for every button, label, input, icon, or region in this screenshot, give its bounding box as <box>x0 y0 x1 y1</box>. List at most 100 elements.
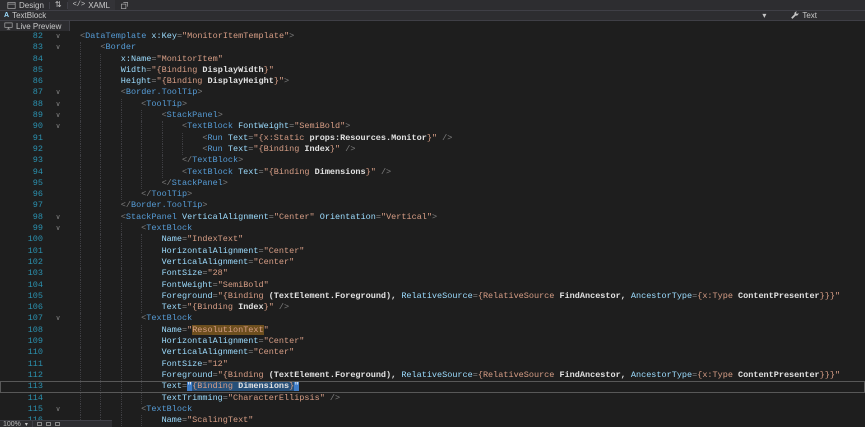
code-line[interactable]: 84x:Name="MonitorItem" <box>0 54 865 65</box>
code-line[interactable]: 112Foreground="{Binding (TextElement.For… <box>0 370 865 381</box>
code-line[interactable]: 102VerticalAlignment="Center" <box>0 257 865 268</box>
code-line[interactable]: 95</StackPanel> <box>0 178 865 189</box>
indent-guide <box>80 65 100 76</box>
code-token: FindAncestor, <box>559 370 630 380</box>
chevron-down-icon[interactable]: ▾ <box>762 12 766 20</box>
code-token: "CharacterEllipsis" <box>228 393 325 403</box>
fold-marker[interactable]: ∨ <box>50 42 66 53</box>
code-line[interactable]: 111FontSize="12" <box>0 359 865 370</box>
fold-marker[interactable]: ∨ <box>50 223 66 234</box>
fold-gutter <box>50 257 66 268</box>
design-tab[interactable]: Design <box>2 0 49 10</box>
fold-marker[interactable]: ∨ <box>50 87 66 98</box>
statusbar-icon[interactable] <box>55 422 60 426</box>
fold-gutter <box>50 234 66 245</box>
indent-guide <box>141 234 161 245</box>
code-line-content: Width="{Binding DisplayWidth}" <box>66 65 865 76</box>
fold-marker[interactable]: ∨ <box>50 31 66 42</box>
line-number: 115 <box>0 404 50 415</box>
code-line[interactable]: 106Text="{Binding Index}" /> <box>0 302 865 313</box>
code-line[interactable]: 115∨<TextBlock <box>0 404 865 415</box>
indent-guide <box>100 302 120 313</box>
code-line[interactable]: 87∨<Border.ToolTip> <box>0 87 865 98</box>
code-line[interactable]: 96</ToolTip> <box>0 189 865 200</box>
indent-guide <box>141 415 161 426</box>
code-token: (TextElement.Foreground), <box>269 370 402 380</box>
fold-marker[interactable]: ∨ <box>50 212 66 223</box>
swap-panes-button[interactable]: ⇅ <box>50 0 67 10</box>
fold-marker[interactable]: ∨ <box>50 404 66 415</box>
fold-gutter <box>50 336 66 347</box>
code-line[interactable]: 114TextTrimming="CharacterEllipsis" /> <box>0 393 865 404</box>
code-token: > <box>289 31 294 41</box>
code-line[interactable]: 99∨<TextBlock <box>0 223 865 234</box>
breadcrumb-element[interactable]: A TextBlock <box>4 11 46 20</box>
code-line[interactable]: 109HorizontalAlignment="Center" <box>0 336 865 347</box>
code-token: > <box>238 155 243 165</box>
code-token: /> <box>325 393 340 403</box>
popout-button[interactable] <box>115 0 134 10</box>
code-line[interactable]: 113Text="{Binding Dimensions}" <box>0 381 865 392</box>
code-line[interactable]: 101HorizontalAlignment="Center" <box>0 246 865 257</box>
statusbar-icon[interactable] <box>37 422 42 426</box>
code-line[interactable]: 110VerticalAlignment="Center" <box>0 347 865 358</box>
code-line[interactable]: 91<Run Text="{x:Static props:Resources.M… <box>0 133 865 144</box>
code-token: FontSize <box>162 268 203 278</box>
code-line[interactable]: 88∨<ToolTip> <box>0 99 865 110</box>
xaml-tab[interactable]: </> XAML <box>68 0 115 10</box>
live-preview-button[interactable]: Live Preview <box>0 21 70 31</box>
code-line[interactable]: 82∨<DataTemplate x:Key="MonitorItemTempl… <box>0 31 865 42</box>
fold-marker[interactable]: ∨ <box>50 99 66 110</box>
code-line[interactable]: 103FontSize="28" <box>0 268 865 279</box>
code-token: Text <box>162 302 182 312</box>
indent-guide <box>121 313 141 324</box>
zoom-level[interactable]: 100% <box>3 421 21 427</box>
code-token: StackPanel <box>167 110 218 120</box>
indent-guide <box>141 370 161 381</box>
code-line[interactable]: 86Height="{Binding DisplayHeight}"> <box>0 76 865 87</box>
fold-marker[interactable]: ∨ <box>50 313 66 324</box>
code-line[interactable]: 85Width="{Binding DisplayWidth}" <box>0 65 865 76</box>
code-line[interactable]: 92<Run Text="{Binding Index}" /> <box>0 144 865 155</box>
code-line[interactable]: 97</Border.ToolTip> <box>0 200 865 211</box>
code-line[interactable]: 93</TextBlock> <box>0 155 865 166</box>
statusbar-icon[interactable] <box>46 422 51 426</box>
fold-gutter <box>50 268 66 279</box>
code-token: Height <box>121 76 152 86</box>
code-editor[interactable]: 82∨<DataTemplate x:Key="MonitorItemTempl… <box>0 31 865 427</box>
code-line[interactable]: 104FontWeight="SemiBold" <box>0 280 865 291</box>
indent-guide <box>80 370 100 381</box>
code-token: VerticalAlignment <box>177 212 269 222</box>
indent-guide <box>121 178 141 189</box>
indent-guide <box>162 133 182 144</box>
code-token: "Center" <box>253 257 294 267</box>
code-token: FontWeight <box>162 280 213 290</box>
indent-guide <box>80 234 100 245</box>
code-token: Border.ToolTip <box>131 200 202 210</box>
indent-guide <box>141 133 161 144</box>
zoom-dropdown-icon[interactable]: ▾ <box>25 421 28 427</box>
code-line[interactable]: 105Foreground="{Binding (TextElement.For… <box>0 291 865 302</box>
indent-guide <box>141 336 161 347</box>
code-line[interactable]: 116Name="ScalingText" <box>0 415 865 426</box>
fold-marker[interactable]: ∨ <box>50 121 66 132</box>
code-line[interactable]: 108Name="ResolutionText" <box>0 325 865 336</box>
code-line[interactable]: 100Name="IndexText" <box>0 234 865 245</box>
fold-gutter <box>50 291 66 302</box>
indent-guide <box>80 336 100 347</box>
code-line[interactable]: 107∨<TextBlock <box>0 313 865 324</box>
code-token: FontWeight <box>233 121 289 131</box>
code-token: Name <box>162 325 182 335</box>
code-line[interactable]: 83∨<Border <box>0 42 865 53</box>
code-token: }" <box>274 76 284 86</box>
code-line[interactable]: 89∨<StackPanel> <box>0 110 865 121</box>
code-line[interactable]: 94<TextBlock Text="{Binding Dimensions}"… <box>0 167 865 178</box>
code-line[interactable]: 90∨<TextBlock FontWeight="SemiBold"> <box>0 121 865 132</box>
code-token: "{Binding <box>218 291 269 301</box>
code-line-content: <StackPanel> <box>66 110 865 121</box>
breadcrumb-property[interactable]: Text <box>790 11 817 20</box>
code-token: }" <box>330 144 340 154</box>
code-area[interactable]: 82∨<DataTemplate x:Key="MonitorItemTempl… <box>0 31 865 426</box>
fold-marker[interactable]: ∨ <box>50 110 66 121</box>
code-line[interactable]: 98∨<StackPanel VerticalAlignment="Center… <box>0 212 865 223</box>
